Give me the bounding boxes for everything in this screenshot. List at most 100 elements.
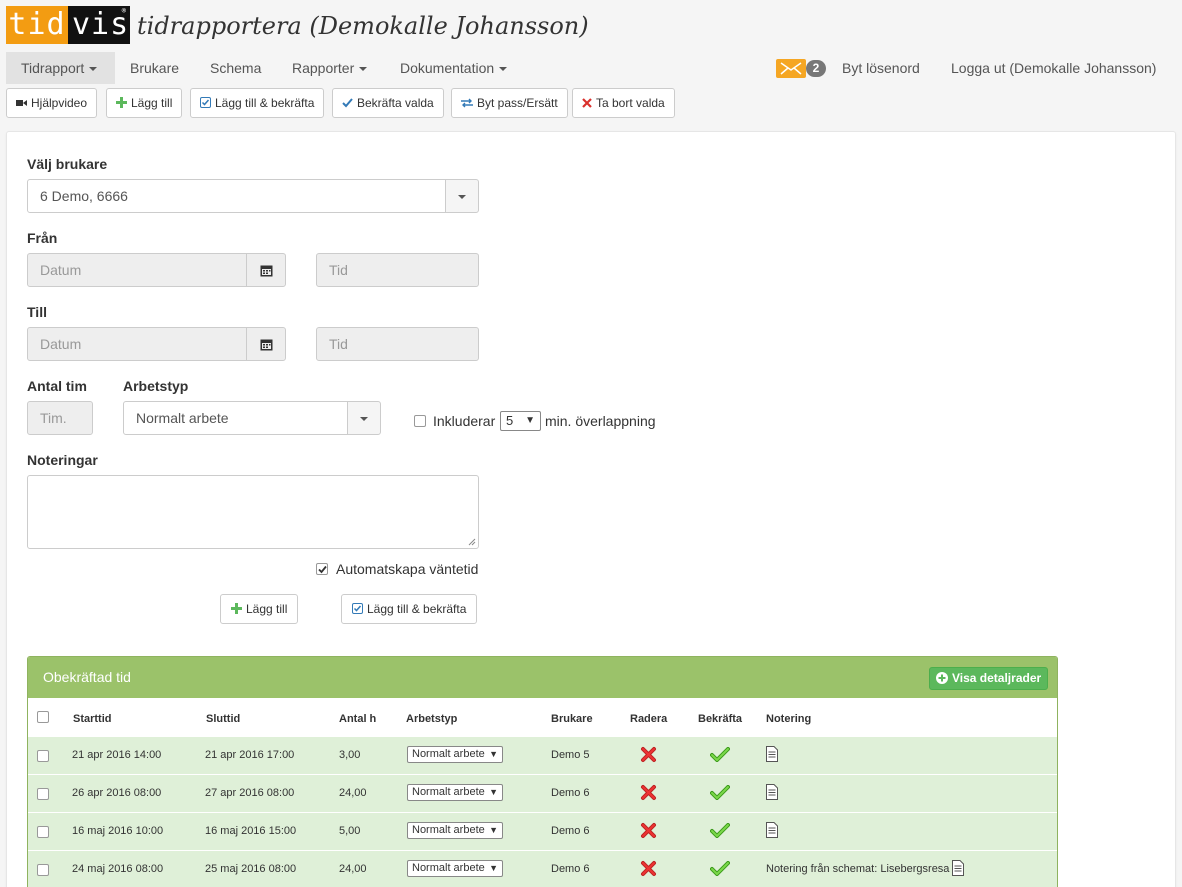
confirm-selected-label: Bekräfta valda [357,96,434,110]
form-add-label: Lägg till [246,602,288,616]
row-end: 25 maj 2016 08:00 [205,863,297,875]
add-button[interactable]: Lägg till [106,88,183,118]
nav-brukare[interactable]: Brukare [115,52,194,84]
delete-icon[interactable] [640,860,657,877]
document-icon[interactable] [766,746,778,762]
worktype-select-toggle[interactable] [347,401,381,435]
chevron-down-icon: ▼ [525,415,535,426]
logo-vis: vis ® [68,6,130,44]
row-worktype-select[interactable]: Normalt arbete ▼ [407,746,503,763]
row-checkbox[interactable] [37,788,49,800]
overlap-value: 5 [506,413,514,428]
nav-tidrapport-label: Tidrapport [21,60,85,76]
check-icon [342,98,353,108]
to-calendar-button[interactable] [246,327,286,361]
logo-vis-text: vis [72,7,130,42]
auto-wait-checkbox[interactable] [316,563,328,575]
logout-link[interactable]: Logga ut (Demokalle Johansson) [936,52,1171,84]
chevron-down-icon [360,417,368,421]
resize-handle-icon[interactable] [468,538,476,546]
row-checkbox[interactable] [37,864,49,876]
table-row: 21 apr 2016 14:00 21 apr 2016 17:00 3,00… [28,736,1057,774]
confirm-icon[interactable] [710,823,730,838]
document-icon[interactable] [766,822,778,838]
row-user: Demo 6 [551,787,590,799]
from-date-input[interactable]: Datum [27,253,247,287]
plus-icon [116,97,127,109]
registered-mark: ® [121,7,127,15]
change-password-link[interactable]: Byt lösenord [827,52,935,84]
mail-count-badge[interactable]: 2 [806,60,826,77]
row-checkbox[interactable] [37,750,49,762]
col-starttid[interactable]: Starttid [73,713,112,725]
col-antal-h[interactable]: Antal h [339,713,376,725]
includes-label: Inkluderar [433,413,496,429]
from-calendar-button[interactable] [246,253,286,287]
delete-selected-button[interactable]: Ta bort valda [572,88,675,118]
form-add-button[interactable]: Lägg till [220,594,299,624]
mail-icon[interactable] [776,59,806,78]
page-title: tidrapportera (Demokalle Johansson) [137,12,589,40]
row-worktype-select[interactable]: Normalt arbete ▼ [407,860,503,877]
chevron-down-icon: ▼ [489,787,498,797]
delete-icon[interactable] [640,822,657,839]
user-select-toggle[interactable] [445,179,479,213]
confirm-selected-button[interactable]: Bekräfta valda [332,88,444,118]
delete-icon[interactable] [640,746,657,763]
hours-label: Antal tim [27,378,87,394]
delete-icon[interactable] [640,784,657,801]
tidvis-logo[interactable]: tid vis ® [6,6,130,44]
document-icon[interactable] [952,860,964,876]
document-icon[interactable] [766,784,778,800]
swap-shift-button[interactable]: Byt pass/Ersätt [451,88,568,118]
col-sluttid[interactable]: Sluttid [206,713,240,725]
includes-overlap-checkbox[interactable] [414,415,426,427]
worktype-select[interactable]: Normalt arbete [123,401,349,435]
row-start: 16 maj 2016 10:00 [72,825,164,837]
nav-tidrapport[interactable]: Tidrapport [6,52,115,84]
row-checkbox[interactable] [37,826,49,838]
row-end: 27 apr 2016 08:00 [205,787,295,799]
nav-rapporter-label: Rapporter [292,60,355,76]
row-hours: 3,00 [339,749,361,761]
to-time-input[interactable]: Tid [316,327,479,361]
row-end: 16 maj 2016 15:00 [205,825,297,837]
col-radera[interactable]: Radera [630,713,667,725]
select-all-checkbox[interactable] [37,711,49,723]
confirm-icon[interactable] [710,861,730,876]
hours-input[interactable]: Tim. [27,401,93,435]
add-confirm-button[interactable]: Lägg till & bekräfta [190,88,325,118]
confirm-icon[interactable] [710,747,730,762]
overlap-select[interactable]: 5 ▼ [500,411,541,431]
help-video-button[interactable]: Hjälpvideo [6,88,98,118]
table-row: 24 maj 2016 08:00 25 maj 2016 08:00 24,0… [28,850,1057,887]
form-add-confirm-label: Lägg till & bekräfta [367,602,467,616]
col-arbetstyp[interactable]: Arbetstyp [406,713,457,725]
confirm-icon[interactable] [710,785,730,800]
auto-wait-label: Automatskapa väntetid [336,561,479,577]
help-video-label: Hjälpvideo [31,96,88,110]
user-select[interactable]: 6 Demo, 6666 [27,179,447,213]
row-worktype-select[interactable]: Normalt arbete ▼ [407,822,503,839]
row-user: Demo 6 [551,863,590,875]
form-add-confirm-button[interactable]: Lägg till & bekräfta [341,594,478,624]
from-time-input[interactable]: Tid [316,253,479,287]
notes-textarea[interactable] [27,475,479,549]
col-brukare[interactable]: Brukare [551,713,593,725]
show-details-button[interactable]: Visa detaljrader [929,667,1049,690]
row-worktype-value: Normalt arbete [412,824,485,836]
row-worktype-select[interactable]: Normalt arbete ▼ [407,784,503,801]
nav-schema[interactable]: Schema [195,52,276,84]
change-password-label: Byt lösenord [842,60,920,76]
nav-rapporter[interactable]: Rapporter [277,52,382,84]
nav-dokumentation[interactable]: Dokumentation [385,52,522,84]
user-label: Välj brukare [27,156,108,172]
add-label: Lägg till [131,96,173,110]
to-date-input[interactable]: Datum [27,327,247,361]
close-icon [582,98,592,108]
row-hours: 24,00 [339,787,367,799]
row-end: 21 apr 2016 17:00 [205,749,295,761]
col-bekrafta[interactable]: Bekräfta [698,713,742,725]
overlap-suffix: min. överlappning [545,413,656,429]
col-notering[interactable]: Notering [766,713,811,725]
